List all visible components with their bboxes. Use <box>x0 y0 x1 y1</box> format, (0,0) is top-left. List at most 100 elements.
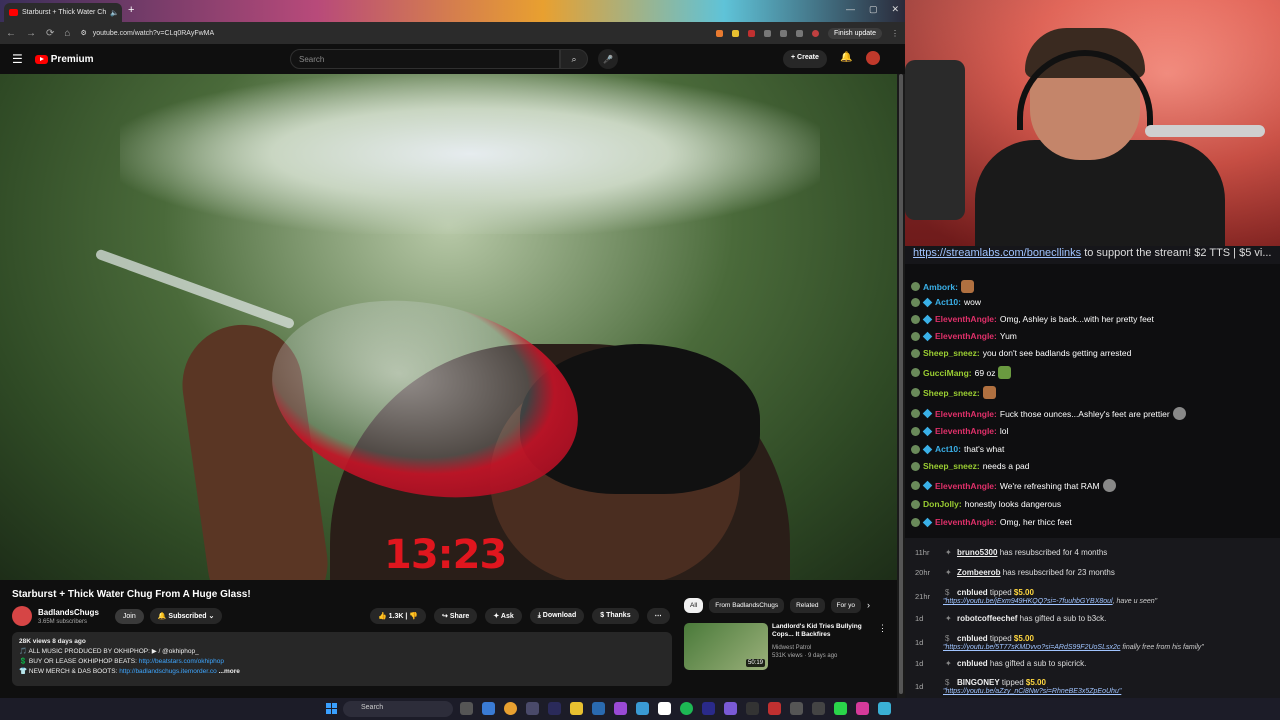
speaker-icon[interactable]: 🔈 <box>110 9 119 17</box>
folder-icon[interactable] <box>570 702 583 715</box>
chat-username[interactable]: EleventhAngle: <box>935 409 997 419</box>
reload-icon[interactable]: ⟳ <box>46 28 54 39</box>
more-actions-button[interactable]: ⋯ <box>646 608 670 624</box>
app-icon[interactable] <box>724 702 737 715</box>
app-icon[interactable] <box>834 702 847 715</box>
chat-username[interactable]: Act10: <box>935 297 961 307</box>
search-input[interactable]: Search <box>290 49 560 69</box>
chip-from-channel[interactable]: From BadlandsChugs <box>709 598 785 613</box>
app-icon[interactable] <box>526 702 539 715</box>
chat-username[interactable]: EleventhAngle: <box>935 481 997 491</box>
thanks-button[interactable]: $ Thanks <box>592 608 639 624</box>
close-window-icon[interactable]: ✕ <box>891 4 899 15</box>
chip-all[interactable]: All <box>684 598 704 613</box>
app-icon[interactable] <box>790 702 803 715</box>
chat-username[interactable]: Act10: <box>935 444 961 454</box>
chat-username[interactable]: Sheep_sneez: <box>923 461 980 471</box>
ask-button[interactable]: ✦ Ask <box>485 608 522 624</box>
app-icon[interactable] <box>768 702 781 715</box>
join-button[interactable]: Join <box>114 608 144 624</box>
banner-link[interactable]: https://streamlabs.com/bonecllinks <box>913 247 1081 259</box>
chat-username[interactable]: EleventhAngle: <box>935 517 997 527</box>
video-player[interactable]: 13:23 <box>0 74 897 580</box>
page-scrollbar[interactable] <box>897 74 905 698</box>
chat-username[interactable]: Sheep_sneez: <box>923 348 980 358</box>
chat-username[interactable]: EleventhAngle: <box>935 314 997 324</box>
youtube-logo[interactable]: Premium <box>34 54 94 65</box>
task-view-icon[interactable] <box>460 702 473 715</box>
subscribed-button[interactable]: 🔔 Subscribed ⌄ <box>149 608 223 624</box>
share-button[interactable]: ↪ Share <box>434 608 478 624</box>
app-icon[interactable] <box>482 702 495 715</box>
extension-icon[interactable] <box>763 29 771 37</box>
extension-icon[interactable] <box>747 29 755 37</box>
description-box[interactable]: 28K views 8 days ago 🎵 ALL MUSIC PRODUCE… <box>12 632 672 686</box>
taskbar-search[interactable]: Search <box>343 701 453 717</box>
back-icon[interactable]: ← <box>6 28 16 39</box>
more-options-icon[interactable]: ⋮ <box>878 623 887 634</box>
forward-icon[interactable]: → <box>26 28 36 39</box>
finish-update-button[interactable]: Finish update <box>827 27 882 39</box>
home-icon[interactable]: ⌂ <box>64 28 70 39</box>
channel-name[interactable]: BadlandsChugs <box>38 608 99 617</box>
chat-username[interactable]: Ambork: <box>923 282 958 292</box>
app-icon[interactable] <box>592 702 605 715</box>
minimize-icon[interactable]: — <box>846 4 855 15</box>
chat-username[interactable]: DonJolly: <box>923 499 962 509</box>
app-icon[interactable] <box>812 702 825 715</box>
tip-link[interactable]: "https://youtu.be/5T77sKMDvvo?si=ARdS99F… <box>943 644 1120 651</box>
account-avatar[interactable] <box>866 51 880 65</box>
puzzle-icon[interactable] <box>779 29 787 37</box>
tab-youtube[interactable]: Starburst + Thick Water Ch 🔈 ✕ <box>4 3 122 22</box>
recommended-video[interactable]: 50:19 Landlord's Kid Tries Bullying Cops… <box>684 623 887 671</box>
chat-username[interactable]: GucciMang: <box>923 368 972 378</box>
app-icon[interactable] <box>658 702 671 715</box>
event-user[interactable]: Zombeerob <box>957 568 1001 577</box>
extension-icon[interactable] <box>715 29 723 37</box>
chip-related[interactable]: Related <box>790 598 825 613</box>
chip-for-you[interactable]: For yo <box>830 598 861 613</box>
app-icon[interactable] <box>878 702 891 715</box>
app-icon[interactable] <box>636 702 649 715</box>
channel-avatar[interactable] <box>12 606 32 626</box>
app-icon[interactable] <box>746 702 759 715</box>
profile-icon[interactable] <box>811 29 819 37</box>
menu-icon[interactable]: ⋮ <box>891 29 899 38</box>
url-field[interactable]: ⚙ youtube.com/watch?v=CLq0RAyFwMA <box>80 29 640 38</box>
extension-icon[interactable] <box>731 29 739 37</box>
description-link[interactable]: http://badlandschugs.itemorder.co <box>119 668 217 675</box>
chevron-right-icon[interactable]: › <box>867 598 870 613</box>
notifications-bell-icon[interactable]: 🔔 <box>840 52 852 63</box>
maximize-icon[interactable]: ▢ <box>869 4 878 15</box>
thumbs-down-icon[interactable]: 👎 <box>409 613 418 620</box>
app-icon[interactable] <box>614 702 627 715</box>
event-user[interactable]: robotcoffeechef <box>957 614 1017 623</box>
like-button[interactable]: 👍 1.3K | 👎 <box>370 608 427 624</box>
event-user[interactable]: cnblued <box>957 659 988 668</box>
event-user[interactable]: cnblued <box>957 588 988 597</box>
app-icon[interactable] <box>548 702 561 715</box>
site-info-icon[interactable]: ⚙ <box>80 29 86 37</box>
spotify-icon[interactable] <box>680 702 693 715</box>
chat-username[interactable]: Sheep_sneez: <box>923 388 980 398</box>
voice-search-button[interactable]: 🎤 <box>598 49 618 69</box>
scrollbar-thumb[interactable] <box>899 74 903 694</box>
event-user[interactable]: BINGONEY <box>957 678 1000 687</box>
hamburger-menu-icon[interactable]: ☰ <box>12 52 23 66</box>
chat-username[interactable]: EleventhAngle: <box>935 426 997 436</box>
chat-username[interactable]: EleventhAngle: <box>935 331 997 341</box>
event-user[interactable]: bruno5300 <box>957 548 997 557</box>
more-link[interactable]: ...more <box>219 668 240 675</box>
app-icon[interactable] <box>702 702 715 715</box>
tip-link[interactable]: "https://youtu.be/aZzy_nCi8Nw?si=RhneBE3… <box>943 688 1121 695</box>
recommended-title[interactable]: Landlord's Kid Tries Bullying Cops... It… <box>772 623 872 639</box>
windows-start-icon[interactable] <box>326 703 337 714</box>
tip-link[interactable]: "https://youtu.be/jExm949HKQQ?si=-7fuuhb… <box>943 598 1113 605</box>
chrome-icon[interactable] <box>504 702 517 715</box>
search-button[interactable]: ⌕ <box>560 49 588 69</box>
new-tab-button[interactable]: + <box>128 5 140 17</box>
event-user[interactable]: cnblued <box>957 634 988 643</box>
split-screen-icon[interactable] <box>795 29 803 37</box>
download-button[interactable]: ⤓ Download <box>529 608 585 624</box>
create-button[interactable]: + Create <box>783 50 827 68</box>
